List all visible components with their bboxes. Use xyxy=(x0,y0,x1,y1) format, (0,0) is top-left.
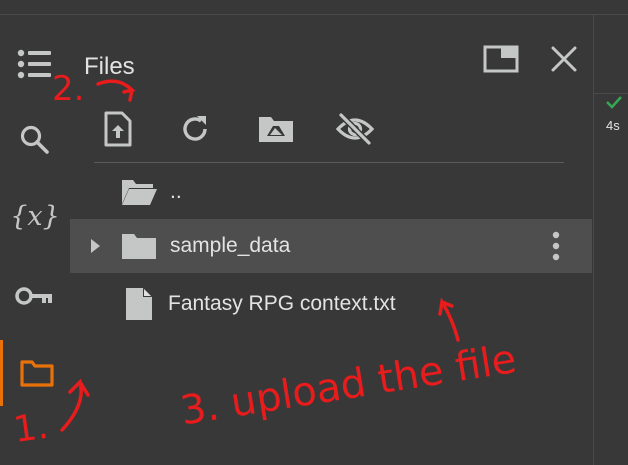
upload-file-icon xyxy=(104,111,132,147)
top-bar xyxy=(0,0,628,15)
file-name: sample_data xyxy=(170,234,291,257)
folder-icon xyxy=(19,360,54,387)
toolbar-divider xyxy=(94,162,564,163)
check-icon xyxy=(606,96,622,109)
mount-drive-button[interactable] xyxy=(254,107,298,151)
panel-title: Files xyxy=(84,53,135,80)
file-row-sample-data[interactable]: sample_data xyxy=(70,219,592,273)
search-button[interactable] xyxy=(0,111,70,169)
more-vert-icon xyxy=(552,231,560,261)
close-icon xyxy=(551,46,577,72)
file-row-parent[interactable]: .. xyxy=(70,165,592,219)
visibility-off-icon xyxy=(335,112,375,146)
refresh-icon xyxy=(183,116,207,141)
drive-folder-icon xyxy=(259,117,293,142)
open-in-tab-icon xyxy=(483,45,519,73)
table-of-contents-button[interactable] xyxy=(0,35,70,93)
search-icon xyxy=(20,125,49,154)
notebook-edge: 4s xyxy=(593,15,628,465)
folder-open-icon xyxy=(122,180,157,205)
file-icon xyxy=(126,288,152,320)
files-panel: Files .. sample_data Fantasy RPG context… xyxy=(70,15,592,465)
file-row-text-file[interactable]: Fantasy RPG context.txt xyxy=(70,277,592,331)
file-name: .. xyxy=(170,180,182,203)
toggle-hidden-files-button[interactable] xyxy=(333,107,377,151)
left-sidebar-rail: {x} xyxy=(0,15,70,465)
file-name: Fantasy RPG context.txt xyxy=(168,292,396,315)
close-panel-button[interactable] xyxy=(544,39,584,79)
expand-arrow-icon[interactable] xyxy=(89,238,101,254)
svg-text:{x}: {x} xyxy=(13,201,57,232)
more-options-button[interactable] xyxy=(548,231,564,266)
variables-icon: {x} xyxy=(13,201,57,232)
folder-icon xyxy=(122,234,156,259)
files-button[interactable] xyxy=(0,340,70,406)
upload-button[interactable] xyxy=(96,107,140,151)
refresh-button[interactable] xyxy=(173,107,217,151)
execution-time: 4s xyxy=(606,118,620,133)
table-of-contents-icon xyxy=(17,49,51,79)
secrets-button[interactable] xyxy=(0,267,70,325)
colab-window: {x} Files xyxy=(0,0,628,465)
open-in-tab-button[interactable] xyxy=(481,39,521,79)
key-icon xyxy=(15,287,52,305)
variables-button[interactable]: {x} xyxy=(0,187,70,245)
notebook-tab-edge xyxy=(594,35,628,94)
